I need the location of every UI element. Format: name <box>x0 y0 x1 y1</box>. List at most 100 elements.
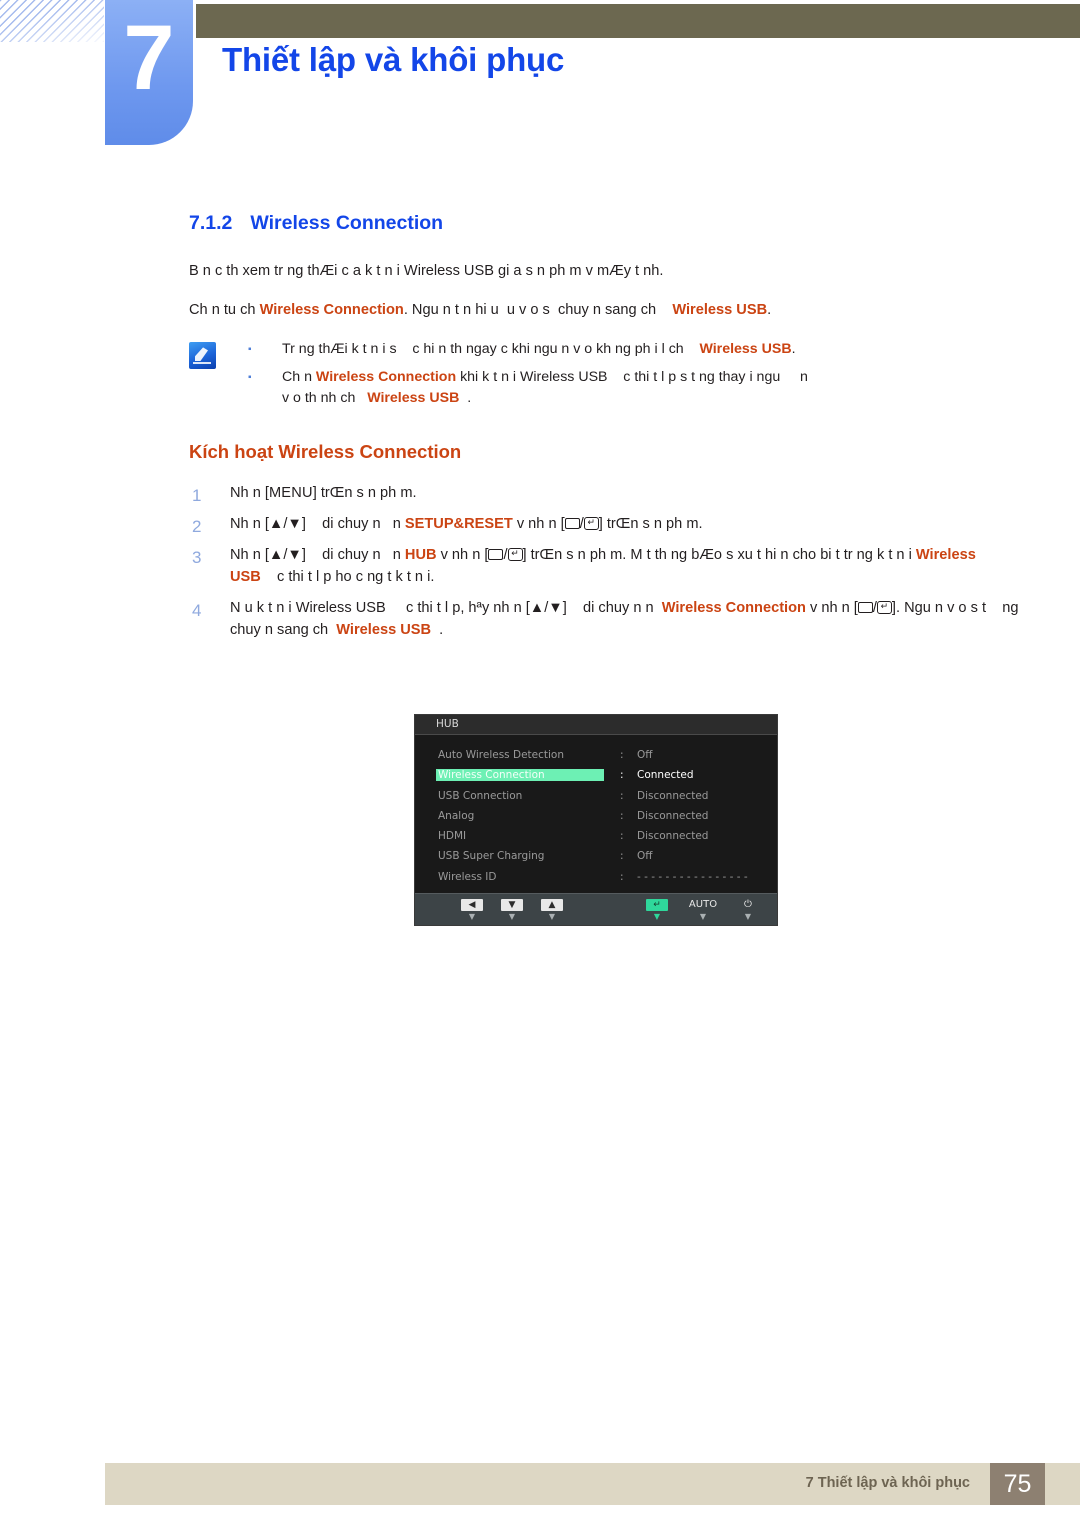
osd-button-up-arrow[interactable]: ▲ ▼ <box>535 899 569 922</box>
section-number: 7.1.2 <box>189 212 233 234</box>
paragraph-select-d: chuy n sang ch <box>557 302 657 319</box>
step-number: 4 <box>192 600 202 620</box>
osd-row-label: HDMI <box>438 830 467 843</box>
osd-button-bar: ◀ ▼ ▼ ▼ ▲ ▼ ↵ ▼ AUTO ▼ ⏻ ▼ <box>415 893 777 925</box>
note-item-1-d: n <box>799 368 808 385</box>
osd-titlebar: HUB <box>415 715 777 735</box>
osd-row-label: USB Super Charging <box>438 850 545 863</box>
step-item: 1 Nh n [MENU] trŒn s n ph m. <box>189 483 1019 505</box>
note-item: ▪ Tr ng thÆi k t n i s c hi n th ngay c k… <box>189 339 1019 360</box>
osd-row-colon: : <box>620 789 624 802</box>
power-icon: ⏻ <box>744 899 752 910</box>
osd-row-value: Disconnected <box>637 830 709 843</box>
note-bullet-icon: ▪ <box>248 344 252 356</box>
paragraph-select: Ch n tu ch Wireless Connection. Ngu n t … <box>189 300 1019 321</box>
step-text: Nh n [MENU] trŒn s n ph m. <box>230 485 417 502</box>
osd-button-tick: ▼ <box>744 912 752 921</box>
keyword-wireless-connection: Wireless Connection <box>315 368 457 385</box>
enter-icon: ↵ <box>646 899 668 911</box>
keyword-wireless-connection: Wireless Connection <box>259 302 404 319</box>
note-block: ▪ Tr ng thÆi k t n i s c hi n th ngay c k… <box>189 339 1019 419</box>
osd-row-wireless-id[interactable]: Wireless ID : - - - - - - - - - - - - - … <box>415 869 777 889</box>
header-olive-bar <box>196 4 1080 38</box>
page-footer: 7 Thiết lập và khôi phục 75 <box>105 1463 1080 1505</box>
osd-button-tick: ▼ <box>468 912 476 921</box>
keyword-wireless-usb: Wireless USB <box>230 547 976 585</box>
box-icon <box>488 548 504 560</box>
osd-row-value: Disconnected <box>637 809 709 822</box>
step-text: Nh n [▲/▼] di chuy n n SETUP&RESET v nh … <box>230 516 703 533</box>
osd-row-colon: : <box>620 870 624 883</box>
note-item-1-f: . <box>467 389 472 406</box>
osd-button-auto[interactable]: AUTO ▼ <box>683 899 723 922</box>
osd-button-tick: ▼ <box>508 912 516 921</box>
step-number: 2 <box>192 517 202 537</box>
osd-row-label: Wireless Connection <box>436 769 604 782</box>
keyword-wireless-usb: Wireless USB <box>672 302 768 319</box>
box-icon <box>564 517 580 529</box>
osd-row-hdmi[interactable]: HDMI : Disconnected <box>415 828 777 848</box>
step-text: N u k t n i Wireless USB c thi t l p, hª… <box>230 599 1019 638</box>
up-arrow-icon: ▲ <box>541 899 563 911</box>
page-content: 7.1.2 Wireless Connection B n c th xem tr… <box>189 212 1019 651</box>
osd-row-colon: : <box>620 749 624 761</box>
osd-button-left-arrow[interactable]: ◀ ▼ <box>455 899 489 922</box>
osd-row-colon: : <box>620 769 624 782</box>
note-item-1-b: khi k t n i Wireless USB <box>460 368 608 385</box>
note-item: ▪ Ch n Wireless Connection khi k t n i Wi… <box>189 367 1019 410</box>
keyword-setup-reset: SETUP&RESET <box>404 516 513 533</box>
step-number: 3 <box>192 548 202 568</box>
paragraph-intro: B n c th xem tr ng thÆi c a k t n i Wire… <box>189 261 1019 282</box>
chapter-number-badge: 7 <box>105 0 193 145</box>
osd-row-value: Connected <box>637 769 694 782</box>
section-heading: 7.1.2 Wireless Connection <box>189 212 1019 235</box>
keyword-wireless-connection: Wireless Connection <box>661 599 806 616</box>
osd-rows: Auto Wireless Detection : Off Wireless C… <box>415 747 777 889</box>
keyword-hub: HUB <box>404 547 437 564</box>
osd-button-down-arrow[interactable]: ▼ ▼ <box>495 899 529 922</box>
step-item: 2 Nh n [▲/▼] di chuy n n SETUP&RESET v n… <box>189 514 1019 536</box>
keyword-wireless-usb: Wireless USB <box>367 389 460 406</box>
paragraph-select-b: . Ngu n t n hi u <box>403 302 499 319</box>
page-number: 75 <box>990 1463 1045 1505</box>
step-item: 4 N u k t n i Wireless USB c thi t l p, … <box>189 598 1019 642</box>
auto-label: AUTO <box>688 899 718 910</box>
footer-chapter-text: 7 Thiết lập và khôi phục <box>805 1475 970 1491</box>
keyword-wireless-usb: Wireless USB <box>336 621 432 638</box>
osd-button-tick: ▼ <box>653 912 661 921</box>
enter-icon: ↵ <box>507 547 523 561</box>
section-title: Wireless Connection <box>250 212 444 234</box>
osd-row-wireless-connection[interactable]: Wireless Connection : Connected <box>415 767 777 787</box>
note-item-1-a: Ch n <box>282 368 312 385</box>
osd-button-enter[interactable]: ↵ ▼ <box>640 899 674 922</box>
osd-button-power[interactable]: ⏻ ▼ <box>731 899 765 922</box>
steps-list: 1 Nh n [MENU] trŒn s n ph m. 2 Nh n [▲/▼… <box>189 483 1019 641</box>
osd-row-label: Analog <box>438 809 475 822</box>
osd-row-auto-wireless-detection[interactable]: Auto Wireless Detection : Off <box>415 747 777 767</box>
note-item-0-c: . <box>791 341 796 358</box>
enter-icon: ↵ <box>876 600 892 614</box>
chapter-title: Thiết lập và khôi phục <box>222 41 565 78</box>
step-text: Nh n [▲/▼] di chuy n n HUB v nh n [/ ↵] t… <box>230 547 976 585</box>
osd-button-tick: ▼ <box>548 912 556 921</box>
osd-row-label: USB Connection <box>438 789 523 802</box>
enter-icon: ↵ <box>583 516 599 530</box>
osd-row-usb-connection[interactable]: USB Connection : Disconnected <box>415 788 777 808</box>
osd-row-colon: : <box>620 830 624 843</box>
paragraph-select-c: u v o s <box>506 302 550 319</box>
osd-row-usb-super-charging[interactable]: USB Super Charging : Off <box>415 848 777 868</box>
osd-row-label: Wireless ID <box>438 870 497 883</box>
sub-heading-activate: Kích hoạt Wireless Connection <box>189 441 462 463</box>
note-item-1-e: v o th nh ch <box>282 389 356 406</box>
down-arrow-icon: ▼ <box>501 899 523 911</box>
osd-row-value: Off <box>637 749 653 761</box>
osd-row-analog[interactable]: Analog : Disconnected <box>415 808 777 828</box>
step-item: 3 Nh n [▲/▼] di chuy n n HUB v nh n [/ ↵]… <box>189 545 1019 589</box>
osd-menu-screenshot: HUB Auto Wireless Detection : Off Wirele… <box>414 714 778 926</box>
decorative-hatch-pattern <box>0 0 104 42</box>
osd-row-value: - - - - - - - - - - - - - - - - <box>637 870 748 883</box>
keyword-wireless-usb: Wireless USB <box>699 341 792 358</box>
step-number: 1 <box>192 486 202 506</box>
paragraph-intro-text: B n c th xem tr ng thÆi c a k t n i Wire… <box>189 263 664 279</box>
note-item-0-a: Tr ng thÆi k t n i s <box>282 341 397 358</box>
